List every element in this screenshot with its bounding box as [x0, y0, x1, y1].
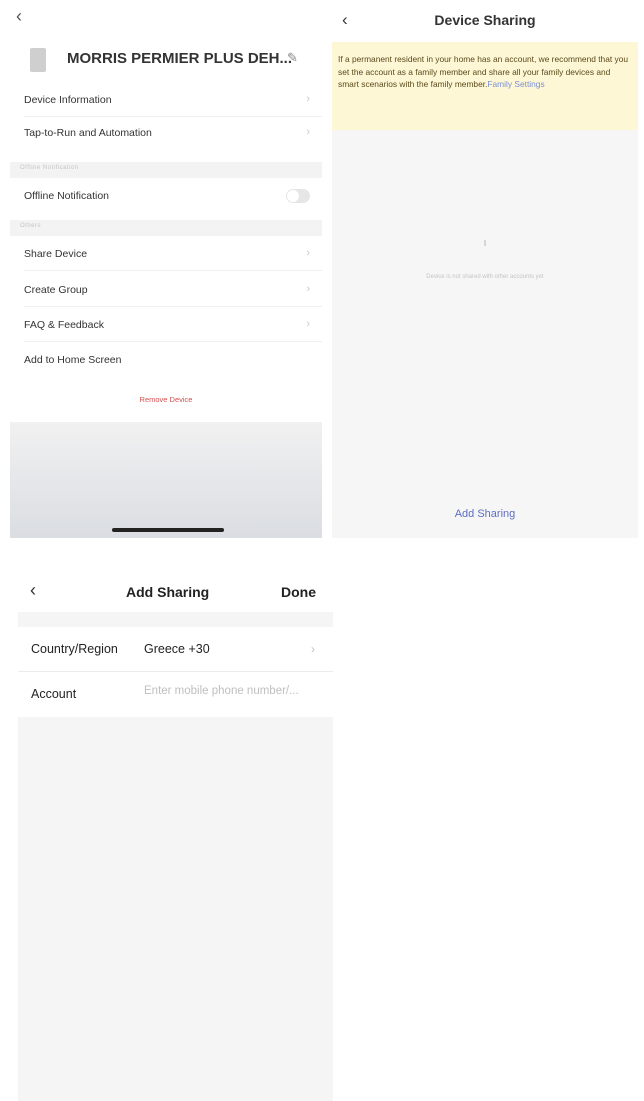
country-label: Country/Region: [31, 642, 118, 656]
family-settings-link[interactable]: Family Settings: [487, 79, 544, 89]
share-device-row[interactable]: Share Device ›: [10, 238, 322, 271]
account-label: Account: [31, 687, 77, 701]
remove-device-button[interactable]: Remove Device: [10, 395, 322, 404]
row-label: Offline Notification: [24, 190, 110, 202]
offline-notification-toggle[interactable]: [286, 189, 310, 203]
nav-bar: ‹ Add Sharing Done: [18, 572, 333, 612]
family-tip-banner: If a permanent resident in your home has…: [332, 42, 638, 130]
remove-device-bar: Remove Device: [10, 378, 322, 422]
empty-state-text: Device is not shared with other accounts…: [426, 274, 544, 280]
row-divider: [24, 270, 322, 271]
row-label: Device Information: [24, 94, 112, 106]
chevron-right-icon: ›: [306, 283, 310, 295]
pencil-icon[interactable]: ✎: [287, 50, 298, 66]
device-information-row[interactable]: Device Information ›: [10, 84, 322, 117]
account-row: Account: [18, 672, 333, 717]
add-sharing-screen: ‹ Add Sharing Done Country/Region Greece…: [18, 572, 333, 1101]
nav-bar: ‹ Device Sharing: [332, 0, 638, 42]
row-label: Tap-to-Run and Automation: [24, 127, 152, 139]
device-settings-screen: ‹ MORRIS PERMIER PLUS DEH... ✎ Device In…: [10, 0, 322, 538]
row-label: Share Device: [24, 248, 88, 260]
row-divider: [24, 341, 322, 342]
row-label: Create Group: [24, 284, 88, 296]
back-icon[interactable]: ‹: [30, 580, 36, 601]
chevron-right-icon: ›: [311, 642, 315, 656]
add-to-home-screen-row[interactable]: Add to Home Screen: [10, 344, 322, 377]
background-area: [10, 422, 322, 538]
row-label: Add to Home Screen: [24, 354, 122, 366]
back-icon[interactable]: ‹: [16, 6, 22, 27]
device-name: MORRIS PERMIER PLUS DEH...: [67, 50, 293, 67]
chevron-right-icon: ›: [306, 318, 310, 330]
section-header-others: Others: [10, 220, 322, 236]
sharing-form: Country/Region Greece +30 › Account: [18, 627, 333, 717]
row-label: FAQ & Feedback: [24, 319, 104, 331]
device-sharing-screen: ‹ Device Sharing If a permanent resident…: [332, 0, 638, 538]
banner-message: If a permanent resident in your home has…: [338, 54, 629, 90]
account-input[interactable]: [144, 685, 333, 697]
tap-to-run-row[interactable]: Tap-to-Run and Automation ›: [10, 117, 322, 150]
country-region-row[interactable]: Country/Region Greece +30 ›: [18, 627, 333, 672]
add-sharing-button[interactable]: Add Sharing: [332, 508, 638, 520]
banner-text: If a permanent resident in your home has…: [338, 53, 632, 91]
faq-feedback-row[interactable]: FAQ & Feedback ›: [10, 309, 322, 342]
section-label: Others: [20, 223, 42, 229]
empty-state-icon: [484, 240, 486, 246]
section-label: Offline Notification: [20, 165, 79, 171]
home-indicator: [112, 528, 224, 532]
page-title: Device Sharing: [434, 12, 536, 28]
section-header-offline: Offline Notification: [10, 162, 322, 178]
offline-notification-row: Offline Notification: [10, 180, 322, 213]
row-divider: [24, 306, 322, 307]
create-group-row[interactable]: Create Group ›: [10, 274, 322, 307]
chevron-right-icon: ›: [306, 93, 310, 105]
country-value: Greece +30: [144, 642, 210, 656]
device-thumbnail: [30, 48, 46, 72]
page-title: Add Sharing: [126, 584, 210, 600]
chevron-right-icon: ›: [306, 247, 310, 259]
done-button[interactable]: Done: [281, 584, 316, 600]
device-header: MORRIS PERMIER PLUS DEH... ✎: [10, 42, 322, 78]
chevron-right-icon: ›: [306, 126, 310, 138]
